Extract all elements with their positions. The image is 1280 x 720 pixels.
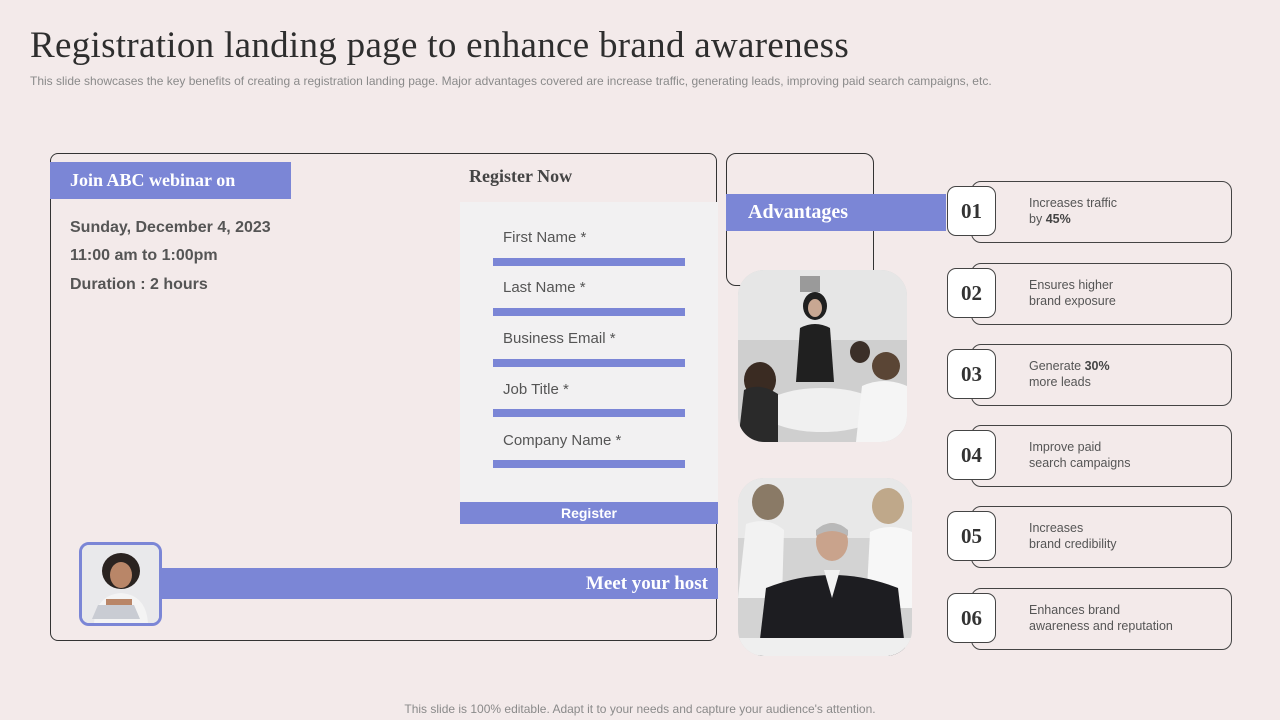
first-name-field[interactable] — [493, 258, 685, 266]
advantage-item: 01 Increases traffic by 45% — [947, 181, 1232, 243]
advantage-item: 03 Generate 30% more leads — [947, 344, 1232, 406]
slide-subtitle: This slide showcases the key benefits of… — [30, 74, 992, 88]
register-button[interactable]: Register — [460, 502, 718, 524]
business-email-label: Business Email * — [503, 330, 616, 347]
advantage-item: 05 Increases brand credibility — [947, 506, 1232, 568]
last-name-label: Last Name * — [503, 279, 586, 296]
webinar-time: 11:00 am to 1:00pm — [70, 247, 218, 264]
advantage-line1: Increases traffic — [1029, 196, 1118, 210]
webinar-date: Sunday, December 4, 2023 — [70, 219, 271, 236]
advantage-line1: Ensures higher — [1029, 278, 1114, 292]
job-title-label: Job Title * — [503, 381, 569, 398]
meeting-photo — [738, 270, 907, 442]
executive-photo — [738, 478, 912, 656]
advantage-line1: Enhances brand — [1029, 603, 1121, 617]
advantage-line2: by — [1029, 212, 1046, 226]
advantage-text: Increases traffic by 45% — [1029, 195, 1117, 227]
first-name-label: First Name * — [503, 229, 587, 246]
advantage-number: 04 — [947, 430, 996, 480]
slide-footer: This slide is 100% editable. Adapt it to… — [404, 702, 876, 716]
meet-host-bar: Meet your host — [160, 568, 718, 599]
advantage-number: 03 — [947, 349, 996, 399]
advantage-line1: Increases — [1029, 521, 1084, 535]
advantage-item: 04 Improve paid search campaigns — [947, 425, 1232, 487]
advantage-line1: Improve paid — [1029, 440, 1102, 454]
advantage-line2: awareness and reputation — [1029, 619, 1173, 633]
webinar-duration: Duration : 2 hours — [70, 276, 208, 293]
webinar-banner: Join ABC webinar on — [50, 162, 291, 199]
advantage-text: Improve paid search campaigns — [1029, 439, 1130, 471]
advantage-line2: brand credibility — [1029, 537, 1117, 551]
advantage-line2: search campaigns — [1029, 456, 1131, 470]
advantage-value: 30% — [1084, 359, 1110, 373]
register-title: Register Now — [469, 166, 573, 186]
advantage-value: 45% — [1045, 212, 1071, 226]
host-avatar — [79, 542, 162, 626]
advantage-text: Increases brand credibility — [1029, 520, 1117, 552]
advantage-item: 06 Enhances brand awareness and reputati… — [947, 588, 1232, 650]
advantage-text: Enhances brand awareness and reputation — [1029, 602, 1173, 634]
registration-form — [460, 202, 718, 502]
advantage-line2: brand exposure — [1029, 294, 1116, 308]
advantage-number: 01 — [947, 186, 996, 236]
job-title-field[interactable] — [493, 409, 685, 417]
last-name-field[interactable] — [493, 308, 685, 316]
company-name-field[interactable] — [493, 460, 685, 468]
advantage-text: Ensures higher brand exposure — [1029, 277, 1116, 309]
company-name-label: Company Name * — [503, 432, 622, 449]
advantage-text: Generate 30% more leads — [1029, 358, 1110, 390]
advantage-number: 05 — [947, 511, 996, 561]
advantage-item: 02 Ensures higher brand exposure — [947, 263, 1232, 325]
advantage-line1: Generate — [1029, 359, 1085, 373]
advantages-title: Advantages — [726, 194, 946, 231]
advantage-number: 02 — [947, 268, 996, 318]
business-email-field[interactable] — [493, 359, 685, 367]
slide-title: Registration landing page to enhance bra… — [30, 25, 850, 66]
advantage-number: 06 — [947, 593, 996, 643]
advantage-line2: more leads — [1029, 375, 1091, 389]
